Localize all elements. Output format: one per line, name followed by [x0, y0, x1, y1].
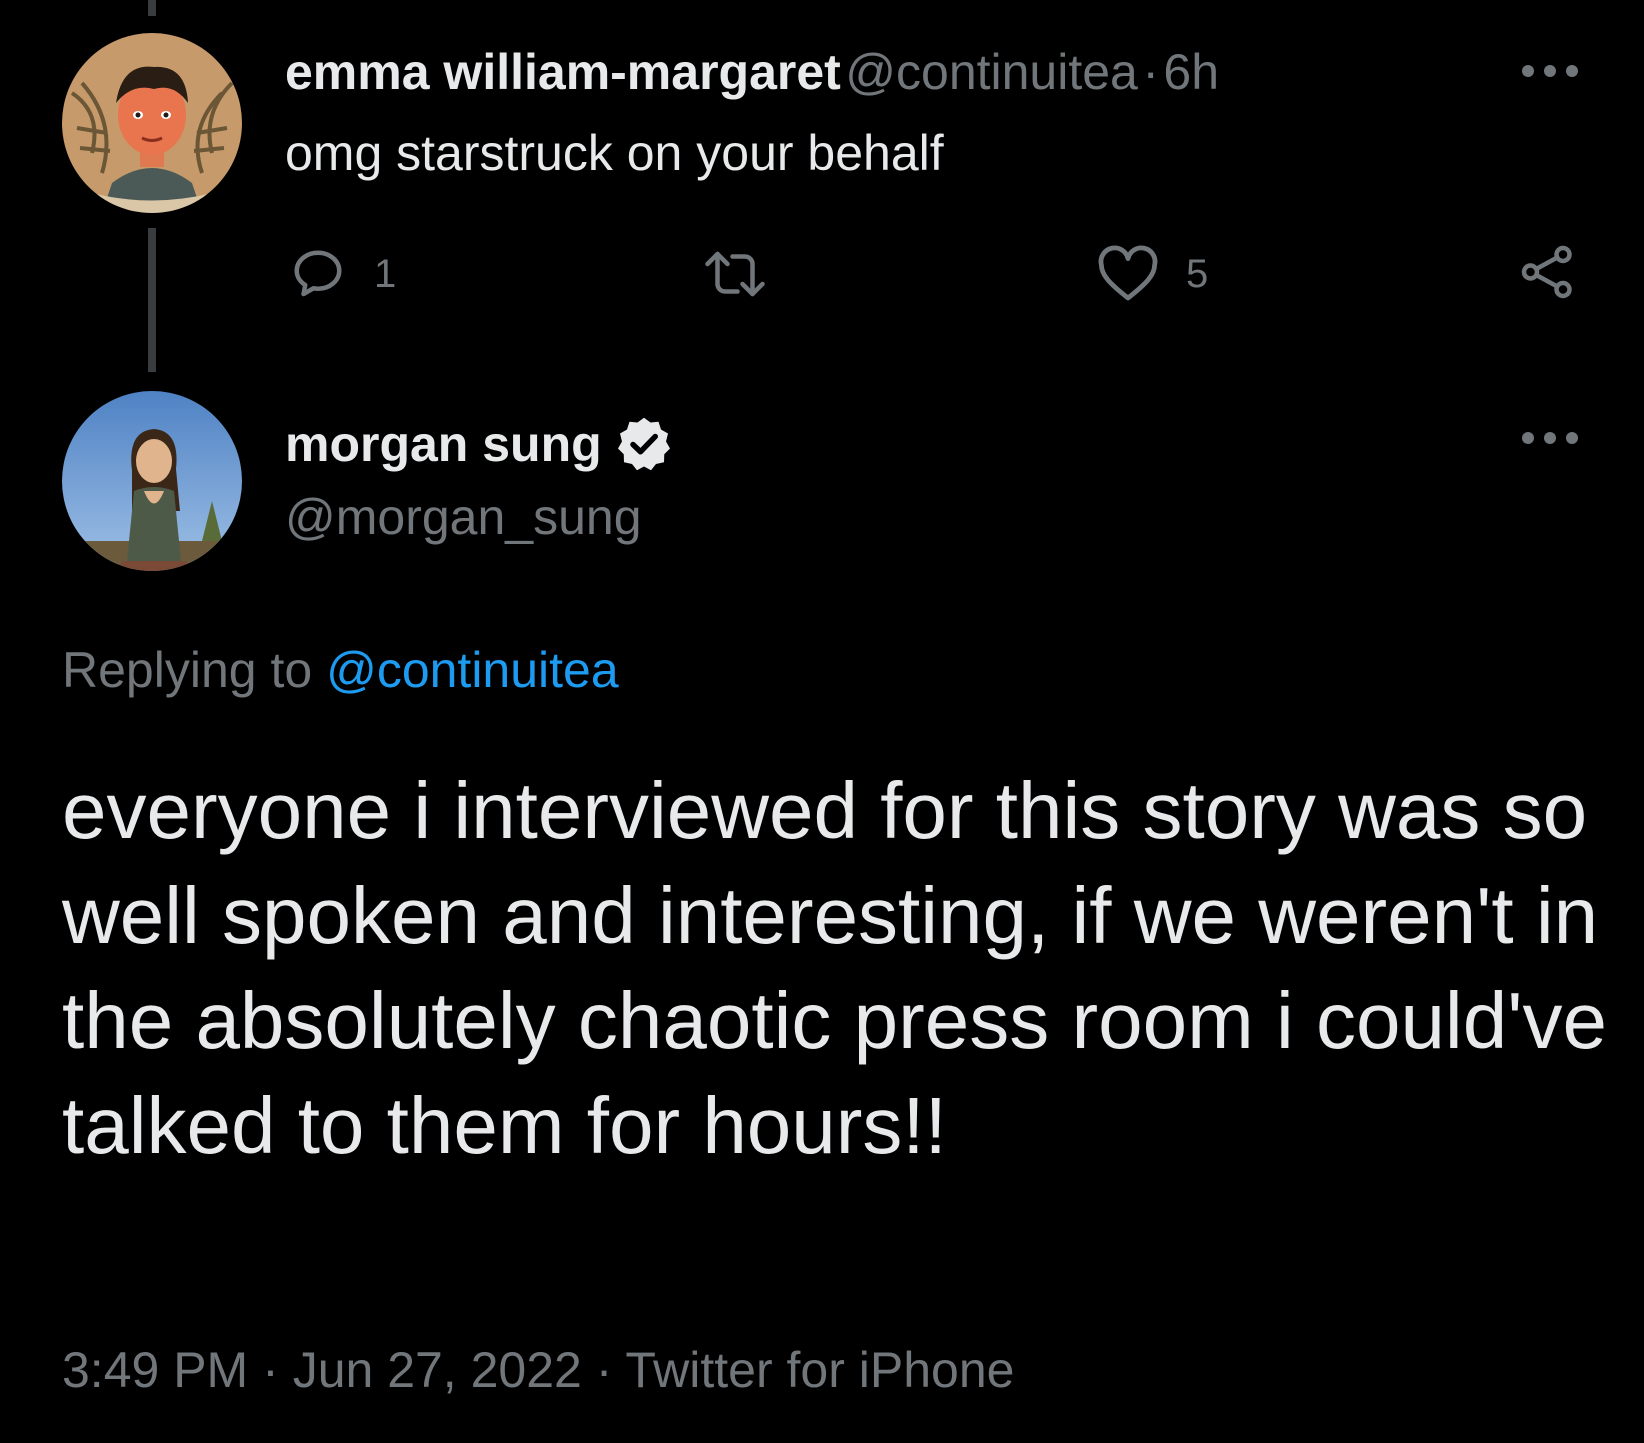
retweet-button[interactable] — [700, 242, 796, 306]
main-display-name[interactable]: morgan sung — [285, 416, 674, 478]
main-more-icon[interactable] — [1522, 430, 1578, 446]
tweet-date[interactable]: Jun 27, 2022 — [293, 1342, 582, 1398]
avatar-morgan[interactable] — [62, 391, 242, 571]
verified-badge-icon — [614, 414, 674, 474]
meta-separator-2: · — [595, 1342, 613, 1398]
replying-prefix: Replying to — [62, 642, 313, 698]
replying-to-line: Replying to @continuitea — [62, 645, 619, 695]
avatar-emma[interactable] — [62, 33, 242, 213]
parent-separator: · — [1142, 44, 1159, 100]
replying-to-link[interactable]: @continuitea — [326, 642, 619, 698]
main-handle[interactable]: @morgan_sung — [285, 492, 642, 542]
tweet-source[interactable]: Twitter for iPhone — [625, 1342, 1014, 1398]
tweet-time[interactable]: 3:49 PM — [62, 1342, 248, 1398]
thread-line-connector — [148, 228, 156, 372]
avatar-morgan-photo — [62, 391, 242, 571]
parent-handle[interactable]: @continuitea — [845, 44, 1138, 100]
reply-icon — [294, 250, 342, 297]
main-display-name-text: morgan sung — [285, 416, 602, 473]
like-button[interactable]: 5 — [1096, 242, 1208, 306]
thread-line-top — [148, 0, 156, 16]
parent-tweet-header: emma william-margaret @continuitea · 6h — [285, 47, 1219, 97]
like-count: 5 — [1186, 252, 1209, 296]
parent-tweet-text: omg starstruck on your behalf — [285, 125, 944, 181]
meta-separator-1: · — [262, 1342, 279, 1398]
like-icon — [1098, 245, 1158, 301]
avatar-emma-illustration — [62, 33, 242, 213]
reply-button[interactable]: 1 — [288, 242, 396, 306]
share-icon — [1521, 245, 1572, 299]
share-button[interactable] — [1518, 240, 1578, 304]
retweet-icon — [705, 251, 765, 297]
tweet-metadata: 3:49 PM · Jun 27, 2022 · Twitter for iPh… — [62, 1345, 1014, 1395]
parent-timestamp[interactable]: 6h — [1163, 44, 1219, 100]
main-tweet-text: everyone i interviewed for this story wa… — [62, 766, 1607, 1170]
reply-count: 1 — [374, 252, 397, 296]
parent-more-icon[interactable] — [1522, 63, 1578, 79]
parent-display-name[interactable]: emma william-margaret — [285, 44, 841, 100]
